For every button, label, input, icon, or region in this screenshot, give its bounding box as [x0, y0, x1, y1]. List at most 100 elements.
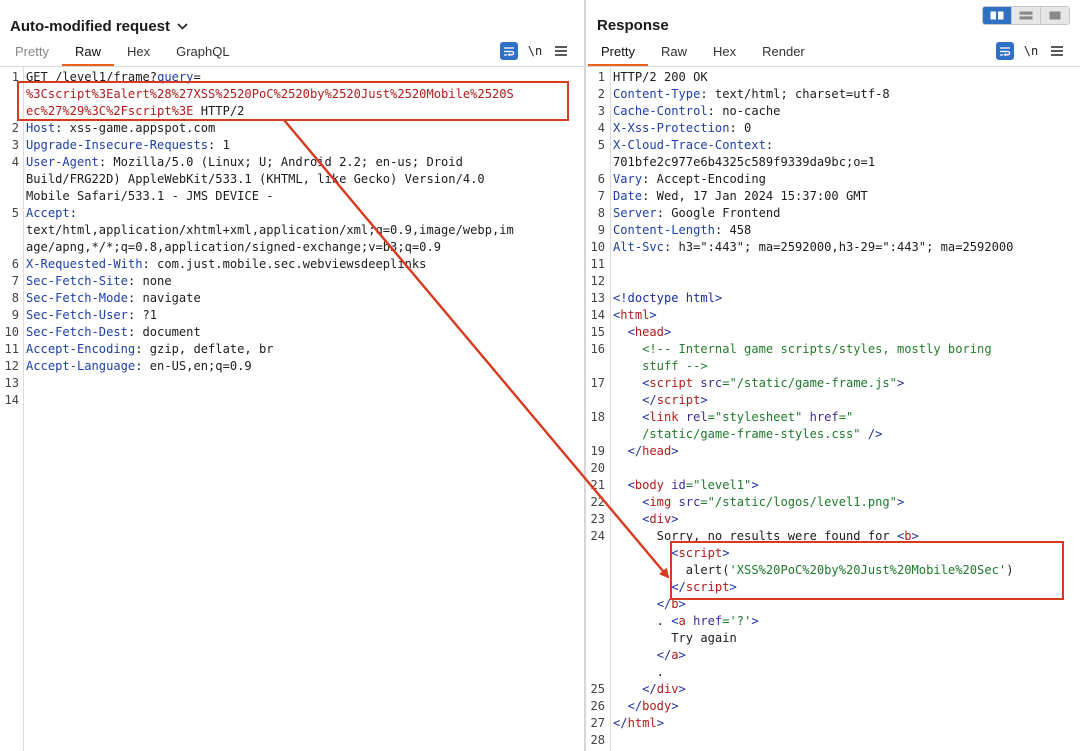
tab-raw[interactable]: Raw — [648, 44, 700, 66]
code-line: 13 — [0, 375, 584, 392]
code-token: Content-Type — [613, 87, 701, 101]
response-editor[interactable]: 1 HTTP/2 200 OK 2 Content-Type: text/html; … — [586, 67, 1080, 751]
code-token: script — [656, 393, 701, 407]
code-token: b — [671, 597, 679, 611]
code-line: stuff --> — [586, 358, 1080, 375]
response-tabs: Pretty Raw Hex Render — [588, 44, 818, 66]
code-text: . <a href='?'> — [613, 613, 759, 630]
code-token: %3Cscript%3Ealert%28%27XSS%2520PoC%2520b… — [26, 87, 514, 101]
code-token: Try again — [613, 631, 737, 645]
line-number: 28 — [590, 733, 605, 747]
single-pane-icon[interactable] — [1040, 7, 1069, 24]
word-wrap-icon[interactable] — [500, 42, 518, 60]
hamburger-menu-icon[interactable] — [552, 42, 570, 60]
code-line: </script> — [586, 579, 1080, 596]
code-token: : — [765, 138, 774, 152]
code-text: <img src="/static/logos/level1.png"> — [613, 494, 904, 511]
line-number: 20 — [590, 461, 605, 475]
split-rows-icon[interactable] — [1011, 7, 1040, 24]
line-number: 7 — [11, 274, 19, 288]
code-line: 3 Cache-Control: no-cache — [586, 103, 1080, 120]
line-number: 16 — [590, 342, 605, 356]
code-text: Sec-Fetch-Mode: navigate — [26, 290, 201, 307]
code-token: : navigate — [127, 291, 201, 305]
code-token: href — [693, 614, 723, 628]
word-wrap-icon[interactable] — [996, 42, 1014, 60]
tab-raw[interactable]: Raw — [61, 44, 114, 66]
code-line: 23 <div> — [586, 511, 1080, 528]
code-text: <script> — [613, 545, 730, 562]
tab-hex[interactable]: Hex — [700, 44, 749, 66]
code-token: : gzip, deflate, br — [135, 342, 274, 356]
tab-pretty[interactable]: Pretty — [588, 44, 648, 66]
tab-render[interactable]: Render — [749, 44, 818, 66]
code-text: <div> — [613, 511, 678, 528]
code-text: Date: Wed, 17 Jan 2024 15:37:00 GMT — [613, 188, 868, 205]
code-token: > — [751, 478, 759, 492]
hamburger-menu-icon[interactable] — [1048, 42, 1066, 60]
code-line: text/html,application/xhtml+xml,applicat… — [0, 222, 584, 239]
line-number: 27 — [590, 716, 605, 730]
code-token: : document — [127, 325, 201, 339]
code-token: link — [649, 410, 679, 424]
code-text: Accept: — [26, 205, 77, 222]
code-text: Alt-Svc: h3=":443"; ma=2592000,h3-29=":4… — [613, 239, 1013, 256]
code-text: ec%27%29%3C%2Fscript%3E HTTP/2 — [26, 103, 244, 120]
code-token: src — [700, 376, 723, 390]
code-text: Try again — [613, 630, 737, 647]
code-token: Sec-Fetch-Site — [26, 274, 128, 288]
code-line: Build/FRG22D) AppleWebKit/533.1 (KHTML, … — [0, 171, 584, 188]
code-text: alert('XSS%20PoC%20by%20Just%20Mobile%20… — [613, 562, 1014, 579]
code-token: </ — [627, 699, 643, 713]
newline-toggle-button[interactable]: \n — [526, 44, 544, 58]
code-token: < — [671, 546, 679, 560]
code-text: User-Agent: Mozilla/5.0 (Linux; U; Andro… — [26, 154, 463, 171]
request-editor[interactable]: 1 GET /level1/frame?query= %3Cscript%3Eale… — [0, 67, 584, 751]
tab-pretty[interactable]: Pretty — [2, 44, 62, 66]
code-line: 1 HTTP/2 200 OK — [586, 69, 1080, 86]
code-text: Content-Type: text/html; charset=utf-8 — [613, 86, 890, 103]
code-token: a — [671, 648, 679, 662]
code-token: X-Requested-With — [26, 257, 143, 271]
code-token: 701bfe2c977e6b4325c589f9339da9bc;o=1 — [613, 155, 876, 169]
tab-hex[interactable]: Hex — [114, 44, 163, 66]
code-token: > — [722, 546, 730, 560]
line-number: 4 — [11, 155, 19, 169]
code-token: body — [642, 699, 672, 713]
code-token: > — [663, 325, 672, 339]
code-line: 701bfe2c977e6b4325c589f9339da9bc;o=1 — [586, 154, 1080, 171]
code-token: : ?1 — [127, 308, 158, 322]
code-line: Try again — [586, 630, 1080, 647]
split-columns-icon[interactable] — [983, 7, 1011, 24]
code-token: Build/FRG22D) AppleWebKit/533.1 (KHTML, … — [26, 172, 485, 186]
layout-toggle-group — [982, 6, 1070, 25]
code-token: : no-cache — [707, 104, 781, 118]
code-line: 8 Sec-Fetch-Mode: navigate — [0, 290, 584, 307]
code-token: Sec-Fetch-Dest — [26, 325, 128, 339]
line-number: 8 — [11, 291, 19, 305]
code-line: 11 Accept-Encoding: gzip, deflate, br — [0, 341, 584, 358]
code-line: 2 Host: xss-game.appspot.com — [0, 120, 584, 137]
code-token: > — [729, 580, 737, 594]
line-number: 21 — [590, 478, 605, 492]
code-text: </a> — [613, 647, 686, 664]
newline-toggle-button[interactable]: \n — [1022, 44, 1040, 58]
request-header: Auto-modified request Pretty Raw Hex GraphQ… — [0, 0, 584, 67]
code-text: 701bfe2c977e6b4325c589f9339da9bc;o=1 — [613, 154, 875, 171]
code-token: < — [627, 478, 635, 492]
code-token: =" — [838, 410, 854, 424]
tab-graphql[interactable]: GraphQL — [163, 44, 242, 66]
code-token: : 458 — [714, 223, 752, 237]
line-number: 22 — [590, 495, 605, 509]
code-token: : 1 — [208, 138, 230, 152]
line-number: 2 — [11, 121, 19, 135]
request-title[interactable]: Auto-modified request — [10, 17, 188, 35]
chevron-down-icon[interactable] — [177, 17, 188, 34]
line-number: 19 — [590, 444, 605, 458]
code-line: ec%27%29%3C%2Fscript%3E HTTP/2 — [0, 103, 584, 120]
code-text: Accept-Language: en-US,en;q=0.9 — [26, 358, 252, 375]
